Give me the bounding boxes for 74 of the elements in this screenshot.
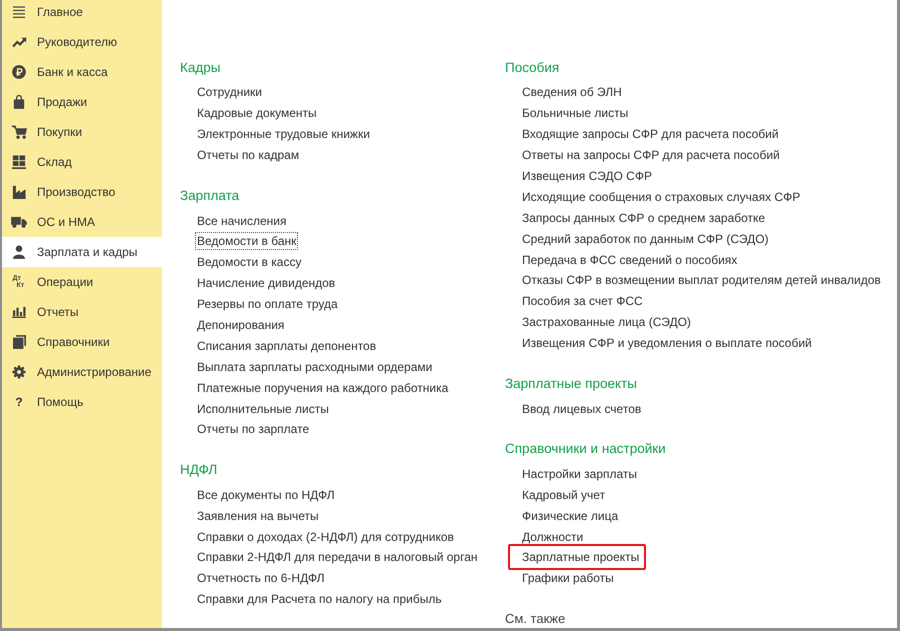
grid-icon bbox=[12, 155, 26, 169]
menu-link[interactable]: Списания зарплаты депонентов bbox=[197, 338, 376, 353]
menu-link[interactable]: Застрахованные лица (СЭДО) bbox=[522, 315, 691, 330]
menu-link[interactable]: Должности bbox=[522, 530, 584, 544]
sidebar-item[interactable]: Продажи bbox=[2, 87, 162, 117]
menu-link[interactable]: Физические лица bbox=[522, 508, 618, 523]
bar-chart-icon bbox=[12, 306, 26, 318]
menu-link[interactable]: Электронные трудовые книжки bbox=[197, 127, 370, 142]
sidebar-item[interactable]: Склад bbox=[2, 147, 162, 177]
sidebar-item[interactable]: Главное bbox=[2, 0, 162, 27]
menu-link[interactable]: Сведения об ЭЛН bbox=[522, 85, 622, 100]
menu-link[interactable]: Справки о доходах (2-НДФЛ) для сотрудников bbox=[197, 530, 454, 544]
menu-link[interactable]: Извещения СЭДО СФР bbox=[522, 169, 652, 183]
settings-icon bbox=[12, 365, 26, 379]
menu-icon bbox=[12, 6, 26, 18]
menu-link[interactable]: Ответы на запросы СФР для расчета пособий bbox=[522, 148, 780, 162]
menu-link[interactable]: Кадровый учет bbox=[522, 488, 606, 502]
see-also-heading: См. также bbox=[505, 610, 566, 628]
menu-link[interactable]: Ведомости в банк bbox=[195, 232, 298, 250]
menu-link[interactable]: Все начисления bbox=[197, 214, 287, 228]
sidebar-item[interactable]: Руководителю bbox=[2, 27, 162, 57]
menu-link[interactable]: Исполнительные листы bbox=[197, 402, 329, 416]
cart-icon bbox=[12, 125, 26, 139]
sidebar-item[interactable]: ? Помощь bbox=[2, 387, 162, 417]
section-heading: Пособия bbox=[505, 59, 560, 77]
menu-link[interactable]: Заявления на вычеты bbox=[197, 508, 319, 523]
menu-link[interactable]: Отчеты по кадрам bbox=[197, 148, 300, 162]
menu-link[interactable]: Кадровые документы bbox=[197, 106, 317, 120]
section-heading: Зарплата bbox=[180, 187, 240, 206]
menu-link[interactable]: Зарплатные проекты bbox=[508, 544, 646, 570]
menu-link[interactable]: Больничные листы bbox=[522, 106, 628, 120]
menu-link[interactable]: Исходящие сообщения о страховых случаях СФР bbox=[522, 190, 800, 204]
menu-link[interactable]: Настройки зарплаты bbox=[522, 466, 638, 481]
menu-link[interactable]: Графики работы bbox=[522, 571, 614, 586]
menu-link[interactable]: Отчетность по 6-НДФЛ bbox=[197, 571, 325, 586]
menu-link[interactable]: Справки 2-НДФЛ для передачи в налоговый орган bbox=[197, 550, 478, 564]
menu-link[interactable]: Отчеты по зарплате bbox=[197, 422, 310, 436]
person-icon bbox=[13, 245, 25, 259]
menu-link[interactable]: Передача в ФСС сведений о пособиях bbox=[522, 252, 738, 267]
pages-stack-icon bbox=[12, 335, 26, 349]
menu-link[interactable]: Входящие запросы СФР для расчета пособий bbox=[522, 127, 779, 142]
sidebar-item[interactable]: Справочники bbox=[2, 327, 162, 357]
sidebar-item[interactable]: Зарплата и кадры bbox=[2, 237, 162, 267]
menu-link[interactable]: Средний заработок по данным СФР (СЭДО) bbox=[522, 232, 769, 246]
sidebar-item[interactable]: Производство bbox=[2, 177, 162, 207]
menu-link[interactable]: Все документы по НДФЛ bbox=[197, 488, 335, 502]
help-icon: ? bbox=[15, 395, 23, 409]
trend-up-icon bbox=[12, 36, 26, 48]
menu-link[interactable]: Ввод лицевых счетов bbox=[522, 402, 642, 416]
menu-link[interactable]: Резервы по оплате труда bbox=[197, 297, 338, 312]
menu-link[interactable]: Пособия за счет ФСС bbox=[522, 294, 643, 308]
menu-link[interactable]: Запросы данных СФР о среднем заработке bbox=[522, 210, 766, 225]
section-heading: НДФЛ bbox=[180, 461, 218, 480]
truck-icon bbox=[11, 216, 27, 228]
section-heading: Кадры bbox=[180, 59, 220, 77]
menu-link[interactable]: Платежные поручения на каждого работника bbox=[197, 380, 448, 395]
menu-link[interactable]: Ведомости в кассу bbox=[197, 255, 302, 270]
menu-link[interactable]: Извещения СФР и уведомления о выплате пособий bbox=[522, 336, 812, 350]
shopping-bag-icon bbox=[13, 95, 25, 109]
menu-link[interactable]: Депонирования bbox=[197, 318, 284, 332]
sidebar-item[interactable]: Администрирование bbox=[2, 357, 162, 387]
sidebar-item[interactable]: ОС и НМА bbox=[2, 207, 162, 237]
menu-link[interactable]: Выплата зарплаты расходными ордерами bbox=[197, 360, 432, 374]
factory-icon bbox=[12, 185, 26, 199]
menu-link[interactable]: Отказы СФР в возмещении выплат родителям детей инвалидов bbox=[522, 273, 881, 288]
section-heading: Зарплатные проекты bbox=[505, 375, 637, 394]
sidebar-item[interactable]: Банк и касса bbox=[2, 57, 162, 87]
sidebar-item[interactable]: Отчеты bbox=[2, 297, 162, 327]
menu-link[interactable]: Справки для Расчета по налогу на прибыль bbox=[197, 592, 442, 606]
menu-link[interactable]: Начисление дивидендов bbox=[197, 276, 336, 290]
menu-link[interactable]: Сотрудники bbox=[197, 85, 262, 100]
sidebar-item[interactable]: Покупки bbox=[2, 117, 162, 147]
section-heading: Справочники и настройки bbox=[505, 440, 666, 458]
ruble-coin-icon bbox=[12, 65, 26, 79]
